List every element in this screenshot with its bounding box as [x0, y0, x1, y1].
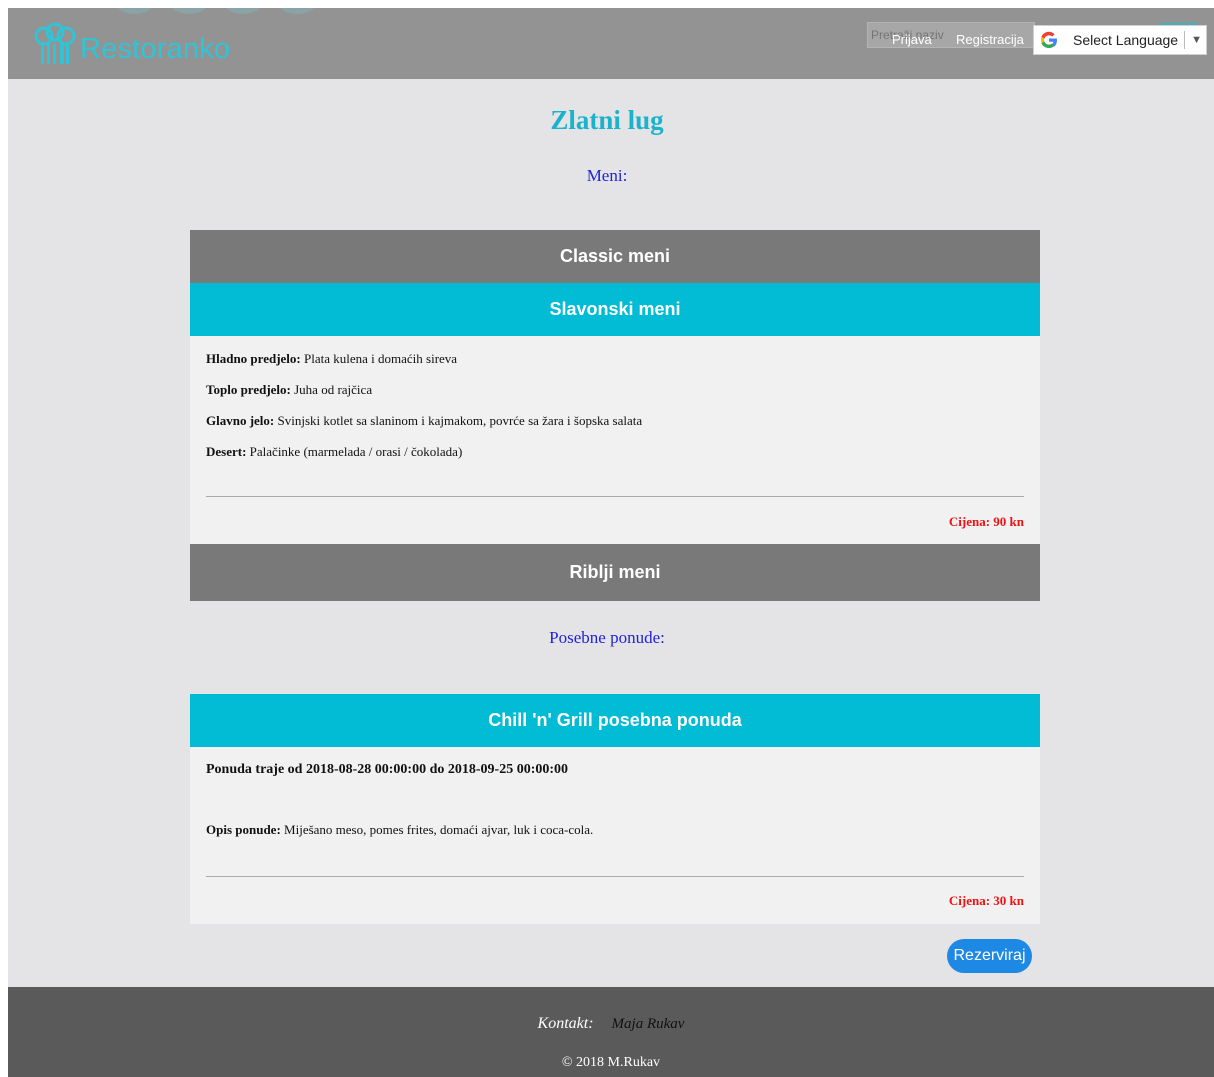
menu-item: Hladno predjelo: Plata kulena i domaćih … — [206, 351, 458, 366]
divider — [206, 876, 1024, 877]
contact-line: Kontakt: Maja Rukav — [8, 1015, 1214, 1033]
google-icon — [1040, 31, 1057, 49]
copyright: © 2018 M.Rukav — [561, 1055, 661, 1070]
divider — [206, 496, 1024, 497]
menu-list: Classic meni Slavonski meni Hladno predj… — [190, 230, 1040, 601]
chef-hat-icon — [34, 22, 76, 64]
special-offer: Chill 'n' Grill posebna ponuda Ponuda tr… — [190, 694, 1040, 924]
menu-heading: Meni: — [586, 166, 628, 185]
language-select[interactable]: Select Language ▼ — [1033, 25, 1207, 55]
offer-price: Cijena: 30 kn — [948, 893, 1024, 908]
menu-header-classic[interactable]: Classic meni — [190, 230, 1040, 283]
menu-details-slavonski: Hladno predjelo: Plata kulena i domaćih … — [190, 336, 1040, 544]
contact-label: Kontakt: — [537, 1015, 594, 1032]
menu-header-riblji[interactable]: Riblji meni — [190, 544, 1040, 601]
header-decoration — [116, 8, 316, 14]
brand-name: Restoranko — [80, 33, 231, 65]
offer-duration: Ponuda traje od 2018-08-28 00:00:00 do 2… — [206, 762, 569, 777]
menu-item: Desert: Palačinke (marmelada / orasi / č… — [206, 444, 463, 459]
language-label: Select Language — [1073, 32, 1179, 48]
restaurant-name: Zlatni lug — [550, 105, 664, 135]
page: Restoranko Prijava Registracija Select L… — [8, 8, 1214, 1077]
reserve-button[interactable]: Rezerviraj — [947, 939, 1032, 973]
offer-header[interactable]: Chill 'n' Grill posebna ponuda — [190, 694, 1040, 747]
menu-price: Cijena: 90 kn — [948, 514, 1024, 529]
menu-item: Toplo predjelo: Juha od rajčica — [206, 382, 373, 397]
menu-item: Glavno jelo: Svinjski kotlet sa slaninom… — [206, 413, 643, 428]
dropdown-arrow-icon: ▼ — [1191, 34, 1202, 46]
login-link[interactable]: Prijava — [892, 32, 932, 47]
menu-header-slavonski[interactable]: Slavonski meni — [190, 283, 1040, 336]
register-link[interactable]: Registracija — [956, 32, 1024, 47]
offer-details: Ponuda traje od 2018-08-28 00:00:00 do 2… — [190, 747, 1040, 924]
offers-heading: Posebne ponude: — [549, 628, 665, 647]
site-footer: Kontakt: Maja Rukav © 2018 M.Rukav — [8, 987, 1214, 1077]
offer-description: Opis ponude: Miješano meso, pomes frites… — [206, 822, 594, 837]
site-header: Restoranko Prijava Registracija Select L… — [8, 8, 1214, 79]
contact-name: Maja Rukav — [611, 1016, 685, 1032]
brand-logo[interactable]: Restoranko — [32, 22, 230, 68]
